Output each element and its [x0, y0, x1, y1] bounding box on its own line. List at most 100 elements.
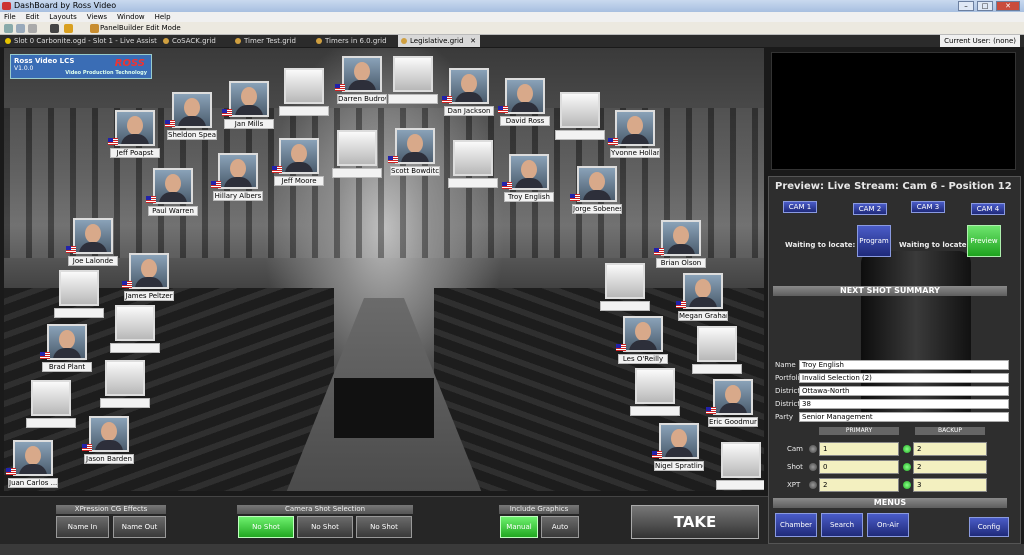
seat-empty[interactable] — [716, 442, 764, 490]
member-photo[interactable] — [683, 273, 723, 309]
backup-shot-value[interactable]: 2 — [913, 460, 987, 474]
seat-occupied[interactable]: Les O'Reilly — [616, 316, 668, 364]
panelbuilder-edit-mode[interactable]: PanelBuilder Edit Mode — [100, 22, 181, 35]
member-photo[interactable] — [279, 138, 319, 174]
seat-occupied[interactable]: Jeff Moore — [272, 138, 324, 186]
on-air-menu-button[interactable]: On-Air — [867, 513, 909, 537]
shot-2-button[interactable]: No Shot — [297, 516, 353, 538]
seat-empty[interactable] — [110, 305, 160, 353]
member-photo[interactable] — [342, 56, 382, 92]
empty-seat-icon[interactable] — [721, 442, 761, 478]
seat-empty[interactable] — [26, 380, 76, 428]
auto-button[interactable]: Auto — [541, 516, 579, 538]
member-photo[interactable] — [661, 220, 701, 256]
seat-empty[interactable] — [388, 56, 438, 104]
seat-empty[interactable] — [332, 130, 382, 178]
menu-layouts[interactable]: Layouts — [49, 12, 76, 22]
empty-seat-icon[interactable] — [284, 68, 324, 104]
close-button[interactable]: ✕ — [996, 1, 1020, 11]
empty-seat-icon[interactable] — [31, 380, 71, 416]
shot-3-button[interactable]: No Shot — [356, 516, 412, 538]
empty-seat-icon[interactable] — [697, 326, 737, 362]
primary-cam-value[interactable]: 1 — [819, 442, 899, 456]
member-photo[interactable] — [509, 154, 549, 190]
seat-occupied[interactable]: Jorge Sobenes — [570, 166, 622, 214]
backup-xpt-value[interactable]: 3 — [913, 478, 987, 492]
seat-occupied[interactable]: Megan Graham — [676, 273, 728, 321]
empty-seat-icon[interactable] — [605, 263, 645, 299]
member-photo[interactable] — [129, 253, 169, 289]
empty-seat-icon[interactable] — [115, 305, 155, 341]
tab-legislative[interactable]: Legislative.grid ✕ — [398, 35, 480, 47]
cam-2-button[interactable]: CAM 2 — [853, 203, 887, 215]
seat-occupied[interactable]: Paul Warren — [146, 168, 198, 216]
folder-icon[interactable] — [64, 24, 73, 33]
seat-occupied[interactable]: Dan Jackson — [442, 68, 494, 116]
cam-1-button[interactable]: CAM 1 — [783, 201, 817, 213]
seat-empty[interactable] — [600, 263, 650, 311]
seat-occupied[interactable]: David Ross — [498, 78, 550, 126]
backup-cam-value[interactable]: 2 — [913, 442, 987, 456]
seat-empty[interactable] — [692, 326, 742, 374]
party-field[interactable]: Senior Management — [799, 412, 1009, 422]
menu-views[interactable]: Views — [87, 12, 107, 22]
primary-xpt-value[interactable]: 2 — [819, 478, 899, 492]
manual-button[interactable]: Manual — [500, 516, 538, 538]
seat-occupied[interactable]: Troy English — [502, 154, 554, 202]
empty-seat-icon[interactable] — [393, 56, 433, 92]
cam-4-button[interactable]: CAM 4 — [971, 203, 1005, 215]
member-photo[interactable] — [713, 379, 753, 415]
seat-occupied[interactable]: Darren Budrow — [335, 56, 387, 104]
seat-occupied[interactable]: Jan Mills — [222, 81, 274, 129]
name-out-button[interactable]: Name Out — [113, 516, 166, 538]
menu-window[interactable]: Window — [117, 12, 145, 22]
member-photo[interactable] — [172, 92, 212, 128]
seat-empty[interactable] — [448, 140, 498, 188]
member-photo[interactable] — [395, 128, 435, 164]
member-photo[interactable] — [115, 110, 155, 146]
seat-occupied[interactable]: Scott Bowditch — [388, 128, 440, 176]
empty-seat-icon[interactable] — [560, 92, 600, 128]
empty-seat-icon[interactable] — [105, 360, 145, 396]
name-in-button[interactable]: Name In — [56, 516, 109, 538]
seat-occupied[interactable]: Brad Plant — [40, 324, 92, 372]
member-photo[interactable] — [153, 168, 193, 204]
empty-seat-icon[interactable] — [635, 368, 675, 404]
save-icon[interactable] — [28, 24, 37, 33]
menu-help[interactable]: Help — [155, 12, 171, 22]
tab-cosack[interactable]: CoSACK.grid — [160, 35, 230, 47]
tab-timer-test[interactable]: Timer Test.grid — [232, 35, 312, 47]
name-field[interactable]: Troy English — [799, 360, 1009, 370]
open-icon[interactable] — [16, 24, 25, 33]
program-button[interactable]: Program — [857, 225, 891, 257]
seat-occupied[interactable]: Brian Olson — [654, 220, 706, 268]
member-photo[interactable] — [505, 78, 545, 114]
empty-seat-icon[interactable] — [337, 130, 377, 166]
seat-occupied[interactable]: Sheldon Spear — [165, 92, 217, 140]
new-icon[interactable] — [4, 24, 13, 33]
member-photo[interactable] — [659, 423, 699, 459]
member-photo[interactable] — [615, 110, 655, 146]
seat-occupied[interactable]: Yvonne Holland — [608, 110, 660, 158]
member-photo[interactable] — [13, 440, 53, 476]
menu-file[interactable]: File — [4, 12, 16, 22]
cam-3-button[interactable]: CAM 3 — [911, 201, 945, 213]
seat-occupied[interactable]: James Peltzer — [122, 253, 174, 301]
shot-1-button[interactable]: No Shot — [238, 516, 294, 538]
seat-empty[interactable] — [555, 92, 605, 140]
primary-shot-value[interactable]: 0 — [819, 460, 899, 474]
seat-occupied[interactable]: Jeff Poapst — [108, 110, 160, 158]
portfolio-select[interactable]: Invalid Selection (2) — [799, 373, 1009, 383]
member-photo[interactable] — [229, 81, 269, 117]
seat-occupied[interactable]: Juan Carlos ... — [6, 440, 58, 488]
empty-seat-icon[interactable] — [59, 270, 99, 306]
seat-empty[interactable] — [279, 68, 329, 116]
district-number-field[interactable]: 38 — [799, 399, 1009, 409]
camera-icon[interactable] — [50, 24, 59, 33]
close-tab-icon[interactable]: ✕ — [470, 35, 476, 47]
member-photo[interactable] — [218, 153, 258, 189]
member-photo[interactable] — [623, 316, 663, 352]
seat-empty[interactable] — [54, 270, 104, 318]
seat-empty[interactable] — [630, 368, 680, 416]
minimize-button[interactable]: – — [958, 1, 974, 11]
